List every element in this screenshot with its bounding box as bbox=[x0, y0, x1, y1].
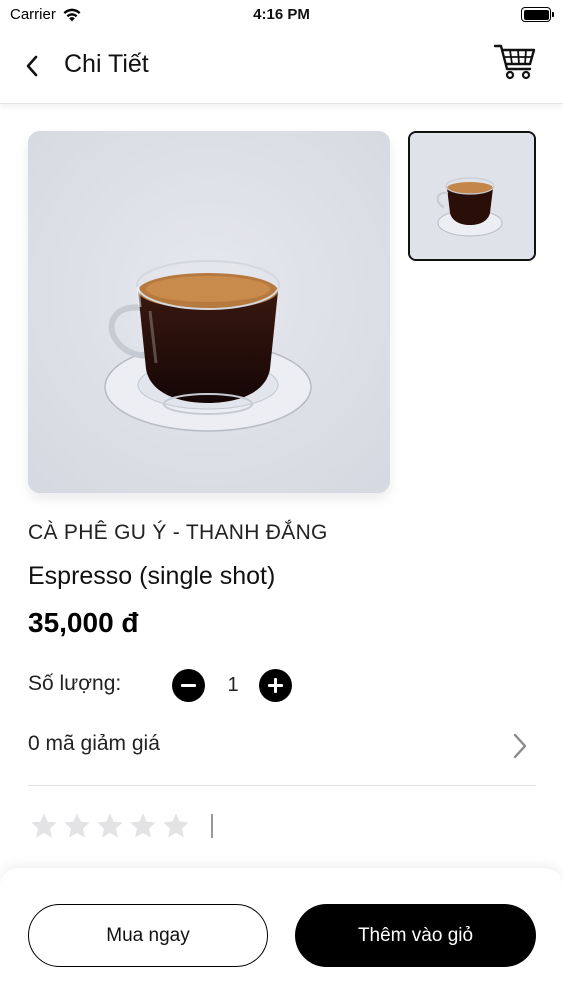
quantity-label: Số lượng: bbox=[28, 672, 122, 695]
add-to-cart-button[interactable]: Thêm vào giỏ bbox=[295, 904, 536, 967]
chevron-right-icon bbox=[513, 733, 527, 759]
back-button[interactable] bbox=[18, 52, 46, 80]
cart-button[interactable] bbox=[493, 42, 537, 82]
page-title: Chi Tiết bbox=[64, 50, 149, 78]
battery-icon bbox=[521, 7, 554, 22]
decrease-quantity-button[interactable] bbox=[172, 669, 205, 702]
status-time: 4:16 PM bbox=[253, 6, 310, 23]
rating-stars[interactable] bbox=[28, 810, 192, 842]
buy-now-button[interactable]: Mua ngay bbox=[28, 904, 268, 967]
product-brand: CÀ PHÊ GU Ý - THANH ĐẮNG bbox=[28, 521, 328, 544]
star-icon[interactable] bbox=[94, 810, 126, 842]
nav-bar: Chi Tiết bbox=[0, 30, 563, 104]
product-main-image[interactable] bbox=[28, 131, 390, 493]
product-price: 35,000 đ bbox=[28, 607, 139, 638]
rating-separator bbox=[211, 814, 213, 838]
star-icon[interactable] bbox=[160, 810, 192, 842]
espresso-cup-image bbox=[28, 131, 390, 493]
product-thumbnail[interactable] bbox=[408, 131, 536, 261]
product-name: Espresso (single shot) bbox=[28, 562, 276, 590]
chevron-left-icon bbox=[26, 55, 38, 77]
star-icon[interactable] bbox=[127, 810, 159, 842]
star-icon[interactable] bbox=[28, 810, 60, 842]
divider bbox=[28, 785, 536, 786]
espresso-cup-thumbnail-image bbox=[410, 133, 534, 259]
coupon-row[interactable]: 0 mã giảm giá bbox=[28, 720, 536, 772]
shopping-cart-icon bbox=[493, 44, 536, 80]
quantity-value: 1 bbox=[227, 674, 239, 696]
increase-quantity-button[interactable] bbox=[259, 669, 292, 702]
star-icon[interactable] bbox=[61, 810, 93, 842]
status-bar: Carrier 4:16 PM bbox=[0, 0, 563, 30]
coupon-count: 0 mã giảm giá bbox=[28, 732, 160, 755]
